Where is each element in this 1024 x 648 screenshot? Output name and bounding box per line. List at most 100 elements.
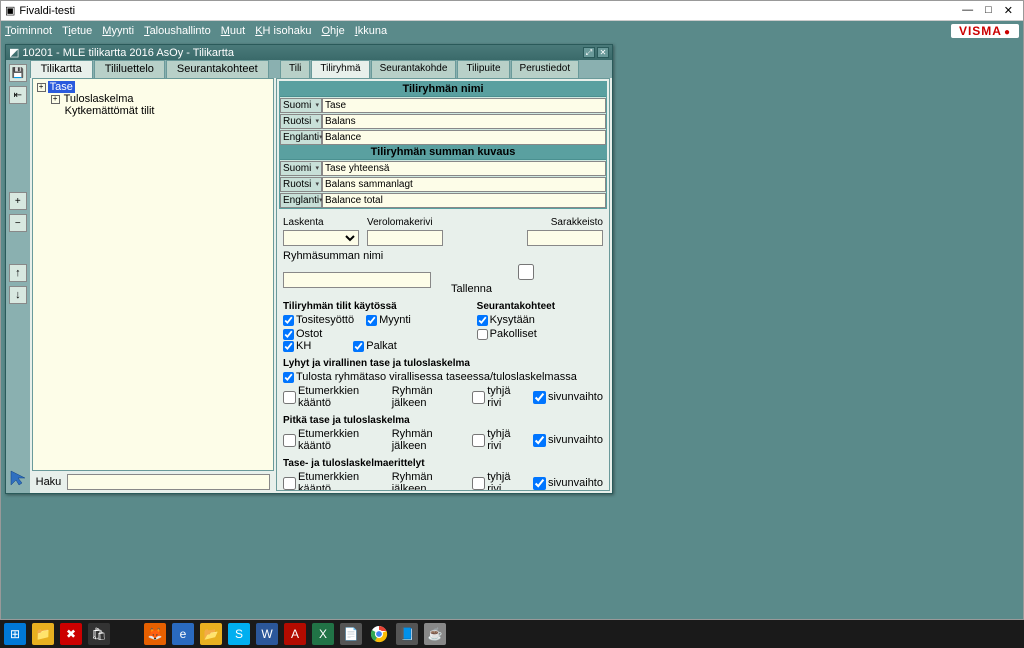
cb-myynti[interactable]: Myynti <box>366 314 411 326</box>
cb-etumerkit-2[interactable]: Etumerkkien kääntö <box>283 428 378 452</box>
section-pitka-title: Pitkä tase ja tuloslaskelma <box>283 415 603 426</box>
down-arrow-button[interactable]: ↓ <box>9 286 27 304</box>
tree-label-kytkemattomat[interactable]: Kytkemättömät tilit <box>63 105 157 117</box>
cb-ostot[interactable]: Ostot <box>283 328 322 340</box>
expand-icon[interactable]: + <box>51 95 60 104</box>
sum-sv-input[interactable] <box>322 177 606 192</box>
cb-tulosta-ryhma[interactable]: Tulosta ryhmätaso virallisessa taseessa/… <box>283 371 577 383</box>
menu-ohje[interactable]: Ohje <box>321 25 344 37</box>
sum-fi-input[interactable] <box>322 161 606 176</box>
label-ryhman-2: Ryhmän jälkeen <box>392 428 459 452</box>
menu-ikkuna[interactable]: Ikkuna <box>355 25 387 37</box>
laskenta-select[interactable] <box>283 230 359 246</box>
chrome-icon[interactable] <box>368 623 390 645</box>
cb-etumerkit-1[interactable]: Etumerkkien kääntö <box>283 385 378 409</box>
tab-tilipuite[interactable]: Tilipuite <box>457 60 509 78</box>
edge-icon[interactable]: e <box>172 623 194 645</box>
cb-kh[interactable]: KH <box>283 340 311 352</box>
lang-fi-button[interactable]: Suomi <box>280 98 322 113</box>
lang-sv-button[interactable]: Ruotsi <box>280 114 322 129</box>
menu-muut[interactable]: Muut <box>221 25 245 37</box>
lang-en-button-2[interactable]: Englanti <box>280 193 322 208</box>
maximize-button[interactable]: □ <box>985 4 992 17</box>
store-icon[interactable]: 🛍 <box>88 623 110 645</box>
close-button[interactable]: ✕ <box>1004 4 1013 17</box>
label-ryhman-1: Ryhmän jälkeen <box>392 385 459 409</box>
menu-tietue[interactable]: Tietue <box>62 25 92 37</box>
account-tree[interactable]: + Tase + Tuloslaskelma Kytkemättömät til… <box>32 78 274 471</box>
group-name-block: Tiliryhmän nimi Suomi Ruotsi Englanti Ti… <box>279 81 607 209</box>
folder-icon-2[interactable]: 📂 <box>200 623 222 645</box>
tree-label-tuloslaskelma[interactable]: Tuloslaskelma <box>62 93 136 105</box>
cb-palkat[interactable]: Palkat <box>353 340 397 352</box>
tab-seurantakohteet-left[interactable]: Seurantakohteet <box>166 60 269 78</box>
start-button[interactable]: ⊞ <box>4 623 26 645</box>
notepad-icon[interactable]: 📄 <box>340 623 362 645</box>
lang-sv-button-2[interactable]: Ruotsi <box>280 177 322 192</box>
menu-kh-isohaku[interactable]: KH isohaku <box>255 25 311 37</box>
sum-en-input[interactable] <box>322 193 606 208</box>
acrobat-icon[interactable]: A <box>284 623 306 645</box>
menu-myynti[interactable]: Myynti <box>102 25 134 37</box>
inner-restore-button[interactable]: ⤢ <box>583 47 595 58</box>
tallenna-checkbox[interactable]: Tallenna <box>451 264 603 295</box>
lang-en-button[interactable]: Englanti <box>280 130 322 145</box>
tab-tili[interactable]: Tili <box>280 60 310 78</box>
firefox-icon[interactable]: 🦊 <box>144 623 166 645</box>
cb-tyhja-3[interactable]: tyhjä rivi <box>472 471 519 491</box>
tilikartta-window: ◩ 10201 - MLE tilikartta 2016 AsOy - Til… <box>5 44 613 494</box>
tree-node-tuloslaskelma[interactable]: + Tuloslaskelma <box>49 93 271 105</box>
sarakkeisto-input[interactable] <box>527 230 603 246</box>
tree-node-tase[interactable]: + Tase <box>35 81 271 93</box>
save-icon[interactable]: 💾 <box>9 64 27 82</box>
name-sv-input[interactable] <box>322 114 606 129</box>
lang-fi-button-2[interactable]: Suomi <box>280 161 322 176</box>
search-row: Haku <box>30 471 276 493</box>
inner-close-button[interactable]: ✕ <box>597 47 609 58</box>
app-icon: ▣ <box>5 4 15 17</box>
verolomake-input[interactable] <box>367 230 443 246</box>
pointer-icon[interactable] <box>7 467 29 489</box>
app-icon-1[interactable]: ✖ <box>60 623 82 645</box>
tab-tiliryhma[interactable]: Tiliryhmä <box>311 60 369 78</box>
skype-icon[interactable]: S <box>228 623 250 645</box>
app-icon-2[interactable]: 📘 <box>396 623 418 645</box>
cb-tyhja-2[interactable]: tyhjä rivi <box>472 428 519 452</box>
cb-tositesyotto[interactable]: Tositesyöttö <box>283 314 354 326</box>
java-icon[interactable]: ☕ <box>424 623 446 645</box>
word-icon[interactable]: W <box>256 623 278 645</box>
menubar: Toiminnot Tietue Myynti Taloushallinto M… <box>1 21 1023 40</box>
name-en-input[interactable] <box>322 130 606 145</box>
right-body: Tiliryhmän nimi Suomi Ruotsi Englanti Ti… <box>276 78 610 491</box>
tree-node-kytkemattomat[interactable]: Kytkemättömät tilit <box>49 105 271 117</box>
right-pane: Tili Tiliryhmä Seurantakohde Tilipuite P… <box>276 60 612 493</box>
cb-kysytaan[interactable]: Kysytään <box>477 314 535 326</box>
tab-seurantakohde[interactable]: Seurantakohde <box>371 60 457 78</box>
minus-button[interactable]: − <box>9 214 27 232</box>
cb-sivu-2[interactable]: sivunvaihto <box>533 434 603 447</box>
cb-sivu-3[interactable]: sivunvaihto <box>533 477 603 490</box>
search-input[interactable] <box>67 474 270 490</box>
cb-pakolliset[interactable]: Pakolliset <box>477 328 537 340</box>
up-arrow-button[interactable]: ↑ <box>9 264 27 282</box>
explorer-icon[interactable]: 📁 <box>32 623 54 645</box>
laskenta-label: Laskenta <box>283 217 359 228</box>
plus-button[interactable]: + <box>9 192 27 210</box>
tab-perustiedot[interactable]: Perustiedot <box>511 60 580 78</box>
excel-icon[interactable]: X <box>312 623 334 645</box>
menu-toiminnot[interactable]: Toiminnot <box>5 25 52 37</box>
group-sum-header: Tiliryhmän summan kuvaus <box>280 145 606 160</box>
expand-icon[interactable]: + <box>37 83 46 92</box>
menu-taloushallinto[interactable]: Taloushallinto <box>144 25 211 37</box>
ryhmasumma-input[interactable] <box>283 272 431 288</box>
tab-tililuettelo[interactable]: Tililuettelo <box>94 60 165 78</box>
export-icon[interactable]: ⇤ <box>9 86 27 104</box>
cb-sivu-1[interactable]: sivunvaihto <box>533 391 603 404</box>
tab-tilikartta[interactable]: Tilikartta <box>30 60 93 78</box>
minimize-button[interactable]: — <box>962 4 973 17</box>
group-name-header: Tiliryhmän nimi <box>280 82 606 97</box>
name-fi-input[interactable] <box>322 98 606 113</box>
tree-label-tase[interactable]: Tase <box>48 81 75 93</box>
cb-tyhja-1[interactable]: tyhjä rivi <box>472 385 519 409</box>
cb-etumerkit-3[interactable]: Etumerkkien kääntö <box>283 471 378 491</box>
